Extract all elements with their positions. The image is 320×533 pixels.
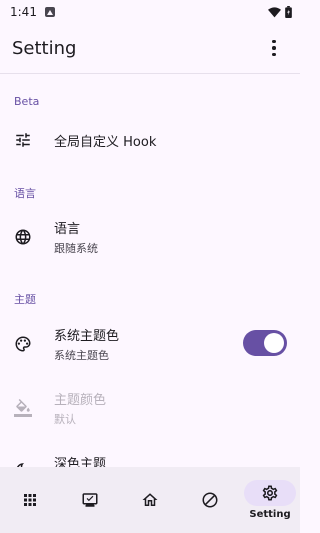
nav-item-setting[interactable]: Setting [240,467,300,533]
setting-item-dark-theme[interactable]: 深色主题 [0,445,300,467]
more-vert-icon [272,39,276,44]
setting-item-title: 全局自定义 Hook [54,135,157,150]
section-header-beta: Beta [14,95,40,108]
status-bar: 1:41 [0,0,300,24]
palette-icon [14,335,32,353]
tune-icon [14,131,32,149]
nav-indicator [64,487,116,513]
section-header-theme: 主题 [14,293,36,306]
top-app-bar: Setting [0,24,300,72]
toggle-thumb [264,333,284,353]
setting-item-title: 主题颜色 [54,393,107,408]
setting-item-text: 深色主题 [54,453,106,467]
wifi-icon [268,6,281,17]
setting-item-subtitle: 跟随系统 [54,242,98,255]
globe-icon [14,228,32,246]
notification-app-icon [44,7,55,17]
bottom-navigation: Setting [0,467,300,533]
nav-indicator [4,487,56,513]
nav-label-setting: Setting [249,509,291,520]
settings-list[interactable]: Beta 全局自定义 Hook 语言 语言 跟随系统 主题 系统主题色 系统主题… [0,74,300,467]
more-options-button[interactable] [260,34,288,62]
nav-indicator-active [244,480,296,506]
section-header-language: 语言 [14,187,36,200]
setting-item-title: 深色主题 [54,457,107,467]
setting-item-subtitle: 默认 [54,413,76,426]
status-icons [268,6,292,18]
nav-item-hooks[interactable] [60,467,120,533]
setting-item-system-theme-color[interactable]: 系统主题色 系统主题色 [0,317,300,371]
battery-icon [285,6,292,18]
nav-item-home[interactable] [120,467,180,533]
setting-item-title: 语言 [54,222,81,237]
block-icon [202,492,218,508]
nav-indicator [124,487,176,513]
format-color-fill-icon [14,399,32,417]
apps-grid-icon [24,494,36,506]
device-check-icon [82,493,98,507]
setting-item-text: 系统主题色 系统主题色 [54,325,119,363]
nav-item-apps[interactable] [0,467,60,533]
nav-indicator [184,487,236,513]
setting-item-global-custom-hook[interactable]: 全局自定义 Hook [0,120,300,160]
nav-item-blocked[interactable] [180,467,240,533]
page-title: Setting [12,37,77,59]
setting-item-text: 全局自定义 Hook [54,131,156,150]
home-icon [142,493,158,506]
setting-item-language[interactable]: 语言 跟随系统 [0,210,300,264]
setting-item-subtitle: 系统主题色 [54,349,109,362]
system-theme-color-toggle[interactable] [243,330,287,356]
setting-item-theme-color[interactable]: 主题颜色 默认 [0,381,300,435]
gear-icon [262,485,278,501]
status-time: 1:41 [10,5,37,19]
more-vert-icon-dot [272,46,276,50]
setting-item-text: 语言 跟随系统 [54,218,98,256]
more-vert-icon-dot [272,52,276,57]
setting-item-text: 主题颜色 默认 [54,389,106,427]
setting-item-title: 系统主题色 [54,329,120,344]
